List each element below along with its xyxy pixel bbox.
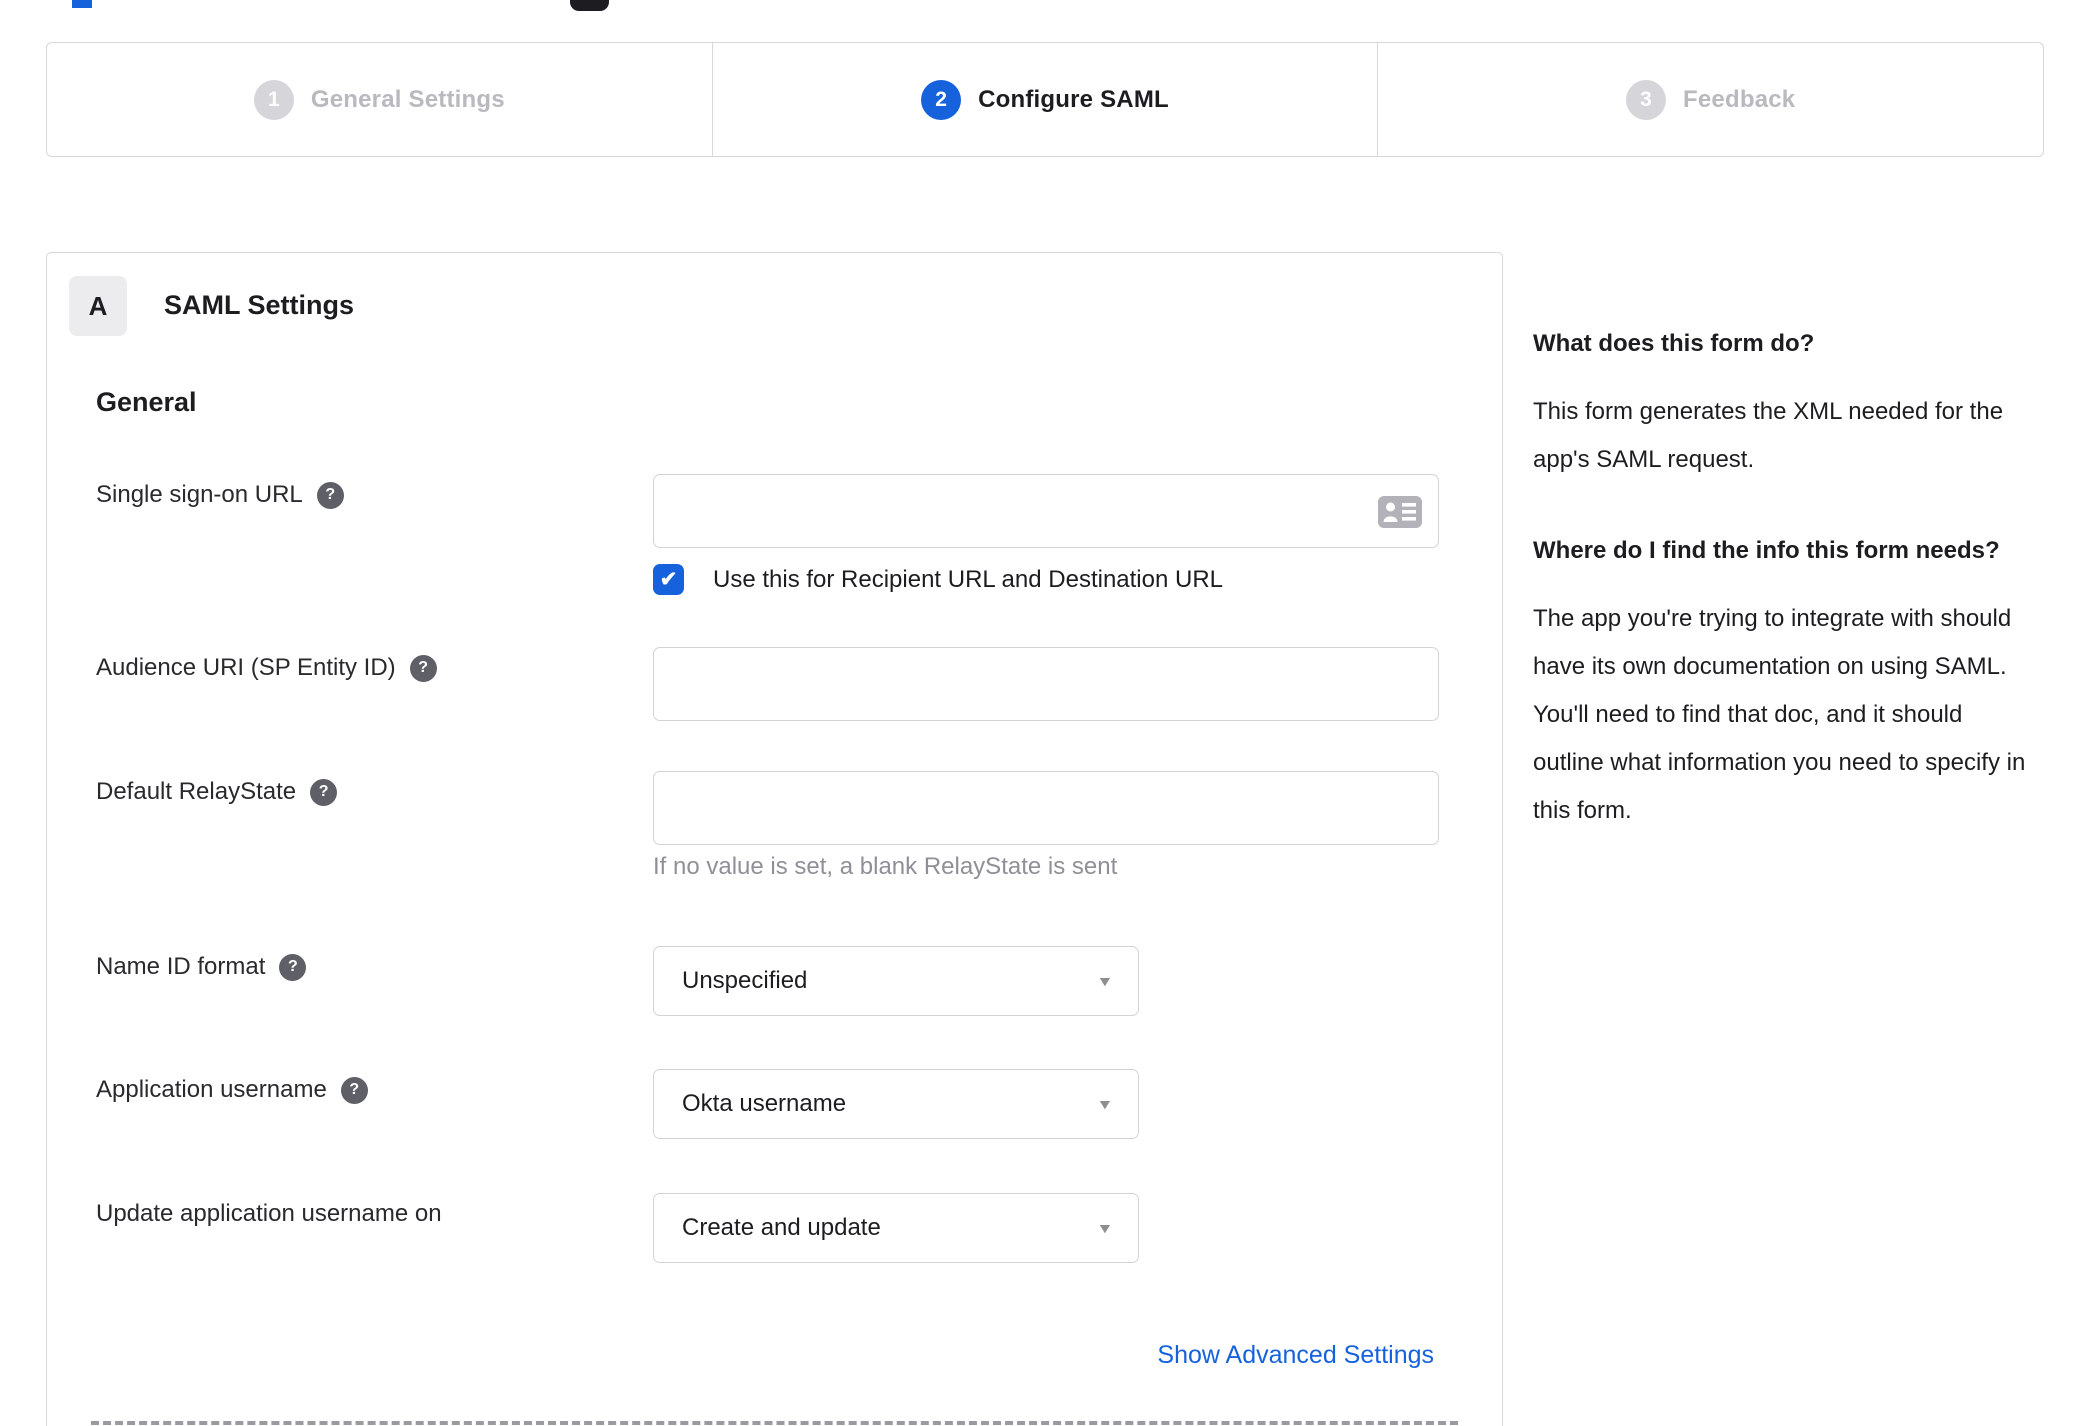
- default-relaystate-input[interactable]: [653, 771, 1439, 845]
- help-heading: What does this form do?: [1533, 330, 1815, 357]
- application-username-label: Application username ?: [96, 1076, 368, 1104]
- sso-url-input[interactable]: [653, 474, 1439, 548]
- sso-url-label-text: Single sign-on URL: [96, 481, 303, 508]
- name-id-format-select[interactable]: Unspecified ▼: [653, 946, 1139, 1016]
- help-icon[interactable]: ?: [316, 481, 344, 509]
- name-id-format-label: Name ID format ?: [96, 953, 307, 981]
- name-id-format-label-text: Name ID format: [96, 953, 266, 980]
- step-3-indicator: 3: [1626, 79, 1667, 120]
- help-icon[interactable]: ?: [340, 1076, 368, 1104]
- audience-uri-label-text: Audience URI (SP Entity ID): [96, 654, 396, 681]
- section-a-badge: A: [69, 276, 127, 336]
- top-cutoff-blue-fragment: [72, 0, 92, 8]
- recipient-url-checkbox-label: Use this for Recipient URL and Destinati…: [713, 565, 1224, 593]
- section-dashed-divider: [91, 1421, 1458, 1425]
- configure-saml-page: 1 General Settings 2 Configure SAML 3 Fe…: [0, 0, 2092, 1426]
- step-general-settings: 1 General Settings: [47, 43, 712, 156]
- help-body: The app you're trying to integrate with …: [1533, 605, 2026, 824]
- application-username-select[interactable]: Okta username ▼: [653, 1069, 1139, 1139]
- chevron-down-icon: ▼: [1096, 1220, 1114, 1236]
- chevron-down-icon: ▼: [1096, 1096, 1114, 1112]
- relaystate-hint: If no value is set, a blank RelayState i…: [653, 853, 1118, 880]
- update-username-value: Create and update: [682, 1214, 881, 1241]
- card-title: SAML Settings: [164, 290, 355, 320]
- saml-settings-card: A SAML Settings General Single sign-on U…: [46, 252, 1503, 1426]
- audience-uri-input[interactable]: [653, 647, 1439, 721]
- help-heading: Where do I find the info this form needs…: [1533, 537, 2000, 564]
- help-icon[interactable]: ?: [310, 778, 338, 806]
- recipient-url-checkbox-row: ✔ Use this for Recipient URL and Destina…: [653, 564, 1223, 595]
- show-advanced-settings-link[interactable]: Show Advanced Settings: [1157, 1341, 1434, 1370]
- sso-url-label: Single sign-on URL ?: [96, 481, 344, 509]
- step-1-label: General Settings: [310, 85, 505, 113]
- default-relaystate-label: Default RelayState ?: [96, 778, 338, 806]
- application-username-label-text: Application username: [96, 1076, 327, 1103]
- audience-uri-label: Audience URI (SP Entity ID) ?: [96, 654, 437, 682]
- help-section: Where do I find the info this form needs…: [1533, 532, 2038, 835]
- update-username-select[interactable]: Create and update ▼: [653, 1193, 1139, 1263]
- chevron-down-icon: ▼: [1096, 973, 1114, 989]
- general-section-heading: General: [96, 387, 197, 417]
- step-1-indicator: 1: [253, 79, 294, 120]
- default-relaystate-label-text: Default RelayState: [96, 778, 297, 805]
- step-3-label: Feedback: [1683, 85, 1796, 113]
- application-username-value: Okta username: [682, 1090, 847, 1117]
- help-icon[interactable]: ?: [409, 654, 437, 682]
- help-icon[interactable]: ?: [279, 953, 307, 981]
- contact-card-icon: [1378, 496, 1422, 528]
- help-section: What does this form do? This form genera…: [1533, 325, 2038, 484]
- update-username-label: Update application username on: [96, 1200, 442, 1228]
- help-panel: What does this form do? This form genera…: [1533, 325, 2038, 835]
- help-body: This form generates the XML needed for t…: [1533, 398, 2004, 473]
- step-configure-saml: 2 Configure SAML: [711, 43, 1378, 156]
- top-cutoff-dark-fragment: [570, 0, 609, 11]
- step-2-label: Configure SAML: [978, 85, 1169, 113]
- update-username-label-text: Update application username on: [96, 1200, 442, 1227]
- step-2-indicator: 2: [921, 79, 962, 120]
- step-feedback: 3 Feedback: [1377, 43, 2043, 156]
- sso-url-input-wrap: [653, 474, 1439, 548]
- recipient-url-checkbox[interactable]: ✔: [653, 564, 684, 595]
- name-id-format-value: Unspecified: [682, 967, 808, 994]
- wizard-stepper: 1 General Settings 2 Configure SAML 3 Fe…: [46, 42, 2044, 157]
